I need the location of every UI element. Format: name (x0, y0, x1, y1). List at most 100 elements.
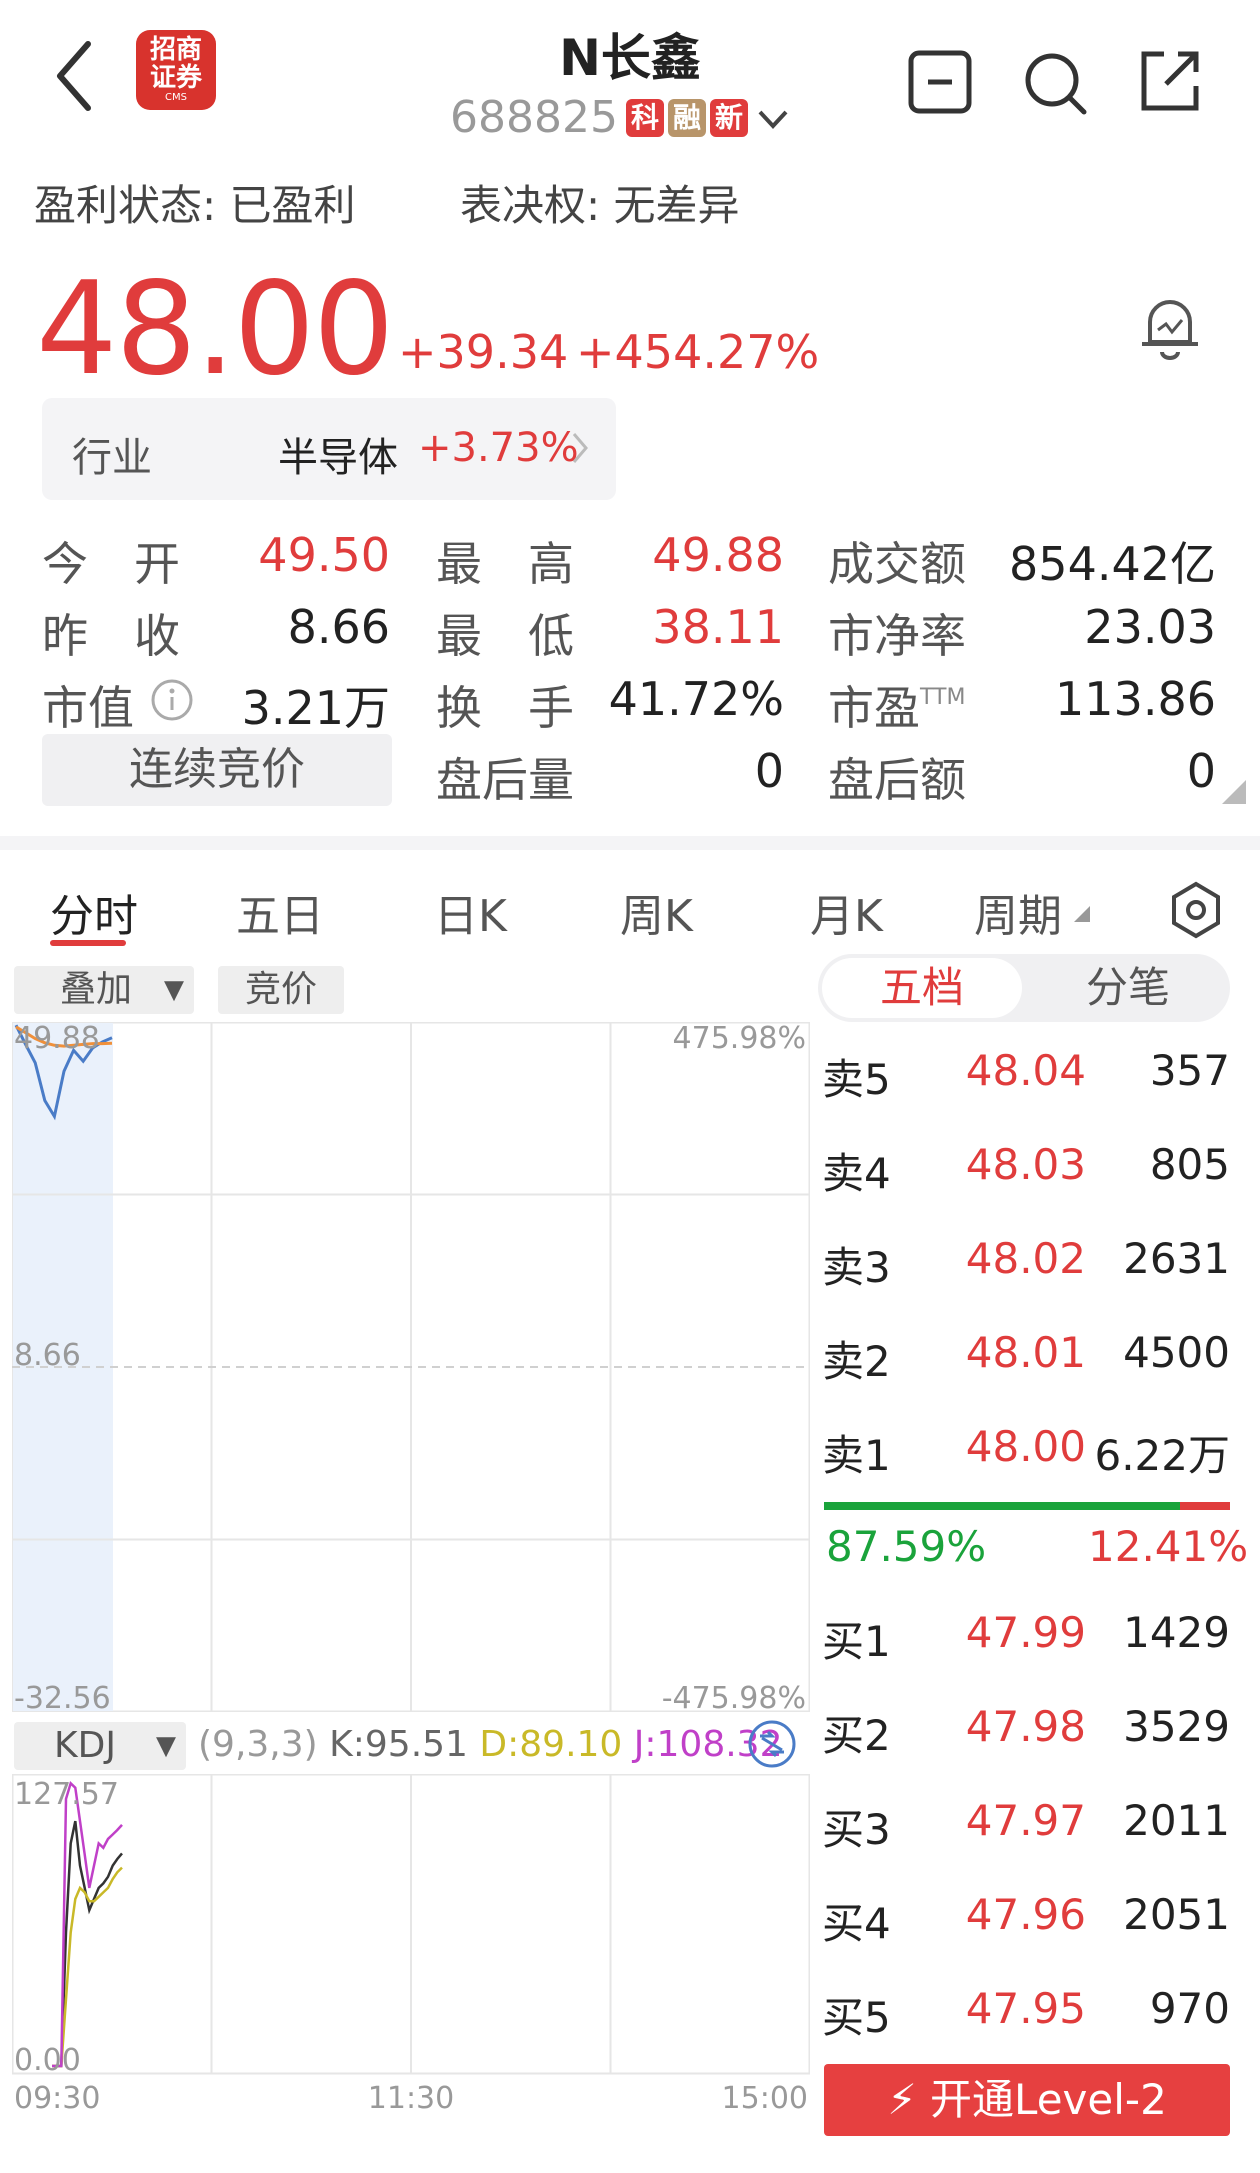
bid-row[interactable]: 买5 47.95 970 (820, 1984, 1230, 2044)
triangle-down-icon: ▼ (156, 1731, 176, 1761)
bid-price: 47.98 (965, 1702, 1086, 1751)
tab-five-levels[interactable]: 五档 (822, 958, 1022, 1018)
open-level2-button[interactable]: ⚡ 开通Level-2 (824, 2064, 1230, 2136)
stock-code: 688825 (450, 92, 618, 143)
expand-corner-icon[interactable] (1222, 780, 1246, 808)
ask-price: 48.01 (965, 1328, 1086, 1377)
turnrate-label: 换手 (436, 681, 574, 735)
pe-value: 113.86 (1055, 672, 1216, 726)
switch-indicator-icon[interactable] (746, 1718, 798, 1774)
tab-daily-k[interactable]: 日K (434, 880, 507, 944)
overlay-dropdown[interactable]: 叠加 ▼ (14, 966, 194, 1014)
ask-row[interactable]: 卖2 48.01 4500 (820, 1328, 1230, 1388)
y-tick-label-bottom: -32.56 (14, 1681, 111, 1712)
ask-volume: 805 (1149, 1140, 1230, 1189)
ask-volume: 357 (1149, 1046, 1230, 1095)
current-price: 48.00 (36, 255, 394, 404)
after-vol-label: 盘后量 (436, 753, 574, 807)
share-icon[interactable] (1134, 46, 1204, 116)
bid-row[interactable]: 买1 47.99 1429 (820, 1608, 1230, 1668)
ask-price: 48.02 (965, 1234, 1086, 1283)
pe-label: 市盈TTM (828, 681, 966, 735)
chevron-right-icon (570, 430, 590, 476)
tab-monthly-k[interactable]: 月K (810, 880, 883, 944)
ask-level-label: 卖3 (822, 1243, 891, 1292)
ask-row[interactable]: 卖5 48.04 357 (820, 1046, 1230, 1106)
stock-code-row[interactable]: 688825 科 融 新 (450, 92, 790, 143)
ask-level-label: 卖4 (822, 1149, 891, 1198)
low-value: 38.11 (652, 600, 784, 654)
tab-period[interactable]: 周期 (974, 880, 1062, 944)
bid-volume: 3529 (1123, 1702, 1230, 1751)
time-axis-label: 11:30 (368, 2081, 454, 2114)
chevron-down-icon[interactable] (756, 92, 790, 143)
period-dropdown-icon (1074, 906, 1090, 926)
ask-row[interactable]: 卖4 48.03 805 (820, 1140, 1230, 1200)
high-value: 49.88 (652, 528, 784, 582)
turnover-value: 854.42亿 (1009, 537, 1216, 591)
y-tick-label-top: 49.88 (14, 1022, 100, 1056)
tab-tick-trades[interactable]: 分笔 (1030, 958, 1226, 1018)
tab-weekly-k[interactable]: 周K (620, 880, 693, 944)
buy-ratio: 87.59% (826, 1522, 987, 1571)
bid-level-label: 买1 (822, 1617, 891, 1666)
section-divider (0, 836, 1260, 850)
industry-change: +3.73% (418, 425, 579, 471)
ask-price: 48.03 (965, 1140, 1086, 1189)
alert-bell-icon[interactable] (1130, 286, 1210, 366)
turnover-label: 成交额 (828, 537, 966, 591)
after-amt-label: 盘后额 (828, 753, 966, 807)
ask-volume: 4500 (1123, 1328, 1230, 1377)
ask-price: 48.04 (965, 1046, 1086, 1095)
search-icon[interactable] (1020, 48, 1090, 118)
tab-five-day[interactable]: 五日 (236, 880, 324, 944)
turnrate-value: 41.72% (608, 672, 784, 726)
kdj-j-line (52, 1780, 123, 2068)
kdj-tick-top: 127.57 (14, 1777, 119, 1812)
bid-level-label: 买5 (822, 1993, 891, 2042)
profit-status: 盈利状态: 已盈利 (34, 181, 356, 230)
chart-settings-icon[interactable] (1168, 880, 1224, 944)
kdj-tick-bottom: 0.00 (14, 2043, 81, 2078)
industry-card[interactable]: 行业 半导体 +3.73% (42, 398, 616, 500)
prev-close-label: 昨收 (42, 609, 180, 663)
kdj-indicator-chart[interactable]: 127.57 0.0009:30 11:30 15:00 (12, 1774, 810, 2114)
ask-level-label: 卖5 (822, 1055, 891, 1104)
kdj-readout: (9,3,3) K:95.51 D:89.10 J:108.32 (198, 1724, 783, 1765)
industry-label: 行业 (72, 435, 152, 481)
minus-square-icon[interactable] (906, 48, 976, 118)
y-right-tick-top: 475.98% (673, 1022, 806, 1056)
indicator-dropdown[interactable]: KDJ ▼ (14, 1722, 186, 1770)
price-change: +39.34 (398, 325, 569, 379)
intraday-price-chart[interactable]: 49.88 8.66 -32.56 475.98% -475.98% (12, 1022, 810, 1712)
bid-volume: 1429 (1123, 1608, 1230, 1657)
auction-toggle[interactable]: 竞价 (218, 966, 344, 1014)
bid-price: 47.97 (965, 1796, 1086, 1845)
open-label: 今开 (42, 537, 180, 591)
bid-volume: 970 (1149, 1984, 1230, 2033)
tab-intraday[interactable]: 分时 (50, 880, 138, 944)
bid-price: 47.99 (965, 1608, 1086, 1657)
after-vol-value: 0 (754, 744, 784, 798)
y-right-tick-bottom: -475.98% (662, 1681, 806, 1712)
ask-level-label: 卖2 (822, 1337, 891, 1386)
info-icon[interactable] (150, 678, 194, 726)
bid-volume: 2011 (1123, 1796, 1230, 1845)
bid-row[interactable]: 买4 47.96 2051 (820, 1890, 1230, 1950)
bid-ask-ratio-bar (824, 1502, 1230, 1510)
ask-level-label: 卖1 (822, 1431, 891, 1480)
open-value: 49.50 (258, 528, 390, 582)
lightning-icon: ⚡ (887, 2075, 917, 2124)
ask-row[interactable]: 卖1 48.00 6.22万 (820, 1422, 1230, 1482)
tag-kechuang: 科 (625, 98, 664, 137)
bid-row[interactable]: 买2 47.98 3529 (820, 1702, 1230, 1762)
pb-value: 23.03 (1084, 600, 1216, 654)
auction-status-badge: 连续竞价 (42, 734, 392, 806)
mcap-label: 市值 (42, 681, 134, 735)
bid-row[interactable]: 买3 47.97 2011 (820, 1796, 1230, 1856)
orderbook-tabs: 五档 分笔 (818, 954, 1230, 1022)
bid-level-label: 买2 (822, 1711, 891, 1760)
sell-ratio: 12.41% (1088, 1522, 1249, 1571)
prev-close-value: 8.66 (287, 600, 390, 654)
ask-row[interactable]: 卖3 48.02 2631 (820, 1234, 1230, 1294)
